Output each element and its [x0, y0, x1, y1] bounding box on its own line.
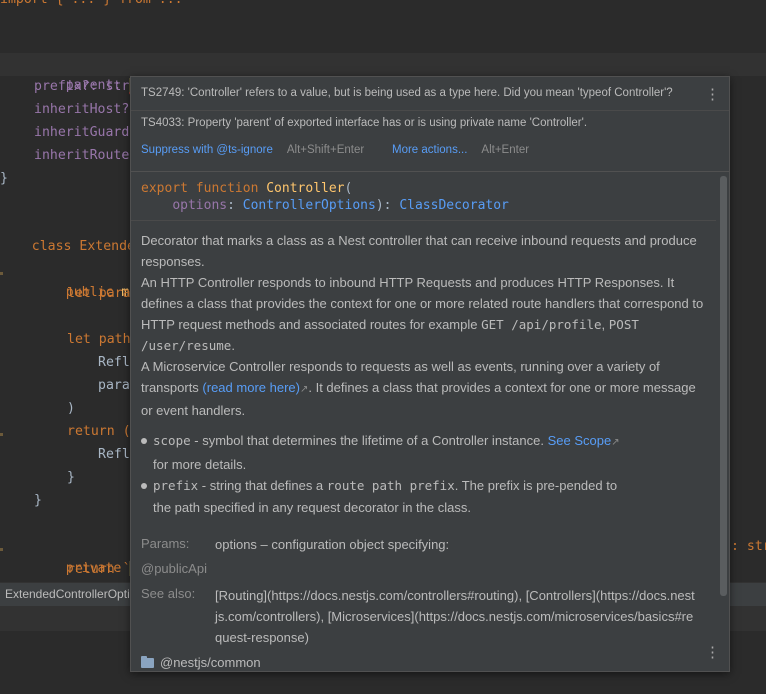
see-scope-link[interactable]: See Scope	[548, 433, 612, 448]
code-line-let-para: let para	[67, 286, 131, 301]
code-line-para: para	[98, 378, 130, 393]
code-line-return-tick: return `	[67, 562, 131, 577]
more-actions[interactable]: More actions... Alt+Enter	[392, 144, 529, 156]
see-also-value: [Routing](https://docs.nestjs.com/contro…	[215, 588, 695, 645]
quick-doc-popup[interactable]: TS2749: 'Controller' refers to a value, …	[130, 76, 730, 672]
desc2-sep: ,	[601, 317, 609, 332]
route-path-prefix-code: route path prefix	[326, 478, 455, 493]
more-actions-link[interactable]: More actions...	[392, 144, 467, 156]
description-paragraph-3: A Microservice Controller responds to re…	[141, 356, 709, 421]
colon: :	[227, 198, 243, 213]
code-line-parent: parent: Controller;	[34, 53, 217, 93]
bullet-prefix: prefix - string that defines a route pat…	[141, 475, 709, 519]
params-label: Params:	[141, 536, 190, 551]
error-section: TS2749: 'Controller' refers to a value, …	[131, 77, 729, 171]
scope-more: for more details.	[153, 457, 247, 472]
module-name: @nestjs/common	[160, 655, 261, 670]
param-name: options	[172, 198, 228, 213]
code-line-inheritguard: inheritGuard	[34, 125, 130, 140]
more-actions-shortcut: Alt+Enter	[481, 144, 530, 156]
code-line-import: import { ... } from ...	[0, 0, 183, 11]
code-line-close-inner: }	[67, 470, 75, 485]
return-type-link[interactable]: ClassDecorator	[399, 198, 509, 213]
error-ts4033: TS4033: Property 'parent' of exported in…	[141, 117, 588, 129]
code-line-close-paren: )	[67, 401, 75, 416]
params-value: options – configuration object specifyin…	[215, 537, 450, 552]
code-line-close: }	[0, 171, 8, 186]
see-also-label: See also:	[141, 586, 196, 601]
error-divider	[131, 110, 729, 111]
prefix-code: prefix	[153, 478, 199, 493]
code-line-let-path: let path	[67, 332, 131, 347]
description-paragraph-1: Decorator that marks a class as a Nest c…	[141, 233, 697, 269]
gutter-marker	[0, 433, 3, 436]
function-signature: export function Controller( options: Con…	[141, 180, 509, 214]
code-line-close-outer: }	[34, 493, 42, 508]
code-line-prefix: prefix?: str	[34, 79, 130, 94]
description-paragraph-2: An HTTP Controller responds to inbound H…	[141, 272, 709, 356]
public-api-tag: @publicApi	[141, 561, 207, 576]
external-link-icon: ↗	[611, 437, 620, 448]
prefix-more: the path specified in any request decora…	[153, 500, 471, 515]
folder-icon	[141, 656, 154, 668]
breadcrumb-item[interactable]: ExtendedControllerOpti	[0, 587, 130, 601]
gutter-marker	[0, 272, 3, 275]
suppress-ts-ignore-link[interactable]: Suppress with @ts-ignore	[141, 144, 273, 156]
scope-text: - symbol that determines the lifetime of…	[190, 433, 548, 448]
bullet-scope: scope - symbol that determines the lifet…	[141, 430, 709, 476]
prefix-text-b: . The prefix is pre-pended to	[454, 478, 618, 493]
right-overflow-text: : str	[731, 539, 766, 554]
gutter-marker	[0, 548, 3, 551]
code-line-refl2: Refl	[98, 447, 130, 462]
close-paren: ):	[375, 198, 400, 213]
code-line-inheritroute: inheritRoute	[34, 148, 130, 163]
export-function-keyword: export function	[141, 181, 267, 196]
read-more-link[interactable]: (read more here)	[202, 380, 300, 395]
function-name: Controller	[266, 181, 345, 196]
code-line-refl1: Refl	[98, 355, 130, 370]
module-footer: @nestjs/common	[141, 654, 261, 671]
scope-code: scope	[153, 433, 191, 448]
get-route-code: GET /api/profile	[481, 317, 602, 332]
documentation-pane: export function Controller( options: Con…	[131, 172, 729, 670]
bullet-dot	[141, 483, 147, 489]
signature-divider	[131, 220, 716, 221]
doc-scrollbar[interactable]	[720, 176, 727, 596]
doc-options-icon[interactable]: ⋮	[705, 645, 720, 660]
param-type-link[interactable]: ControllerOptions	[243, 198, 376, 213]
prefix-text: - string that defines a	[198, 478, 327, 493]
error-ts2749: TS2749: 'Controller' refers to a value, …	[141, 87, 673, 99]
desc2-end: .	[231, 338, 235, 353]
code-line-inherithost: inheritHost?	[34, 102, 130, 117]
open-paren: (	[344, 181, 353, 196]
suppress-shortcut: Alt+Shift+Enter	[286, 144, 365, 156]
bullet-dot	[141, 438, 147, 444]
code-line-interface: interface ExtendedControllerOptions {	[0, 30, 326, 70]
code-line-return: return (	[67, 424, 131, 439]
suppress-action[interactable]: Suppress with @ts-ignore Alt+Shift+Enter	[141, 144, 364, 156]
more-options-icon[interactable]: ⋮	[705, 87, 720, 102]
